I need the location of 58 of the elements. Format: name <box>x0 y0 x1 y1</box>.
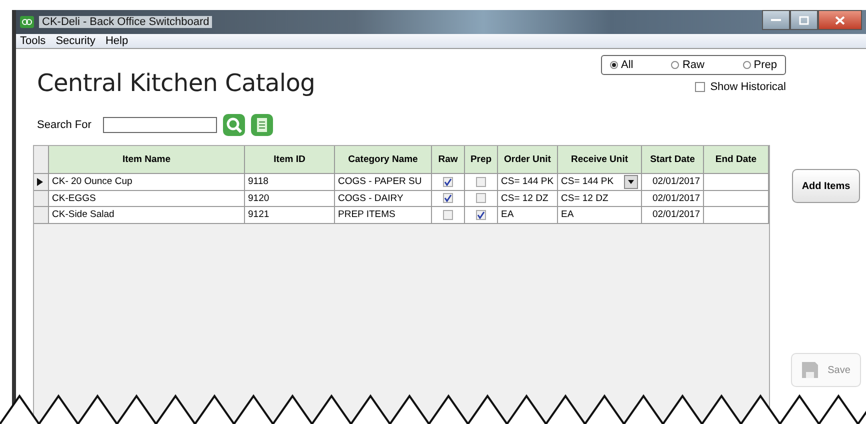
column-header[interactable]: End Date <box>704 146 769 174</box>
table-cell: CK-EGGS <box>49 190 245 207</box>
maximize-button[interactable] <box>790 10 818 30</box>
table-cell: EA <box>558 207 642 224</box>
table-cell: 9118 <box>245 174 335 190</box>
column-header[interactable]: Raw <box>432 146 465 174</box>
menu-item[interactable]: Help <box>105 35 128 47</box>
maximize-icon <box>799 16 809 24</box>
table-cell: CS= 12 DZ <box>558 190 642 207</box>
table-cell: CK-Side Salad <box>49 207 245 224</box>
page-title: Central Kitchen Catalog <box>37 69 316 99</box>
column-header[interactable]: Item Name <box>49 146 245 174</box>
radio-option[interactable]: All <box>610 59 634 71</box>
close-icon <box>835 16 845 24</box>
table-cell: CS= 12 DZ <box>498 190 558 207</box>
window-title: CK-Deli - Back Office Switchboard <box>39 16 212 28</box>
checkbox[interactable] <box>443 210 453 220</box>
table-cell: 02/01/2017 <box>642 190 704 207</box>
column-header[interactable]: Start Date <box>642 146 704 174</box>
checkbox[interactable] <box>476 193 486 204</box>
row-header-cell[interactable] <box>34 174 49 190</box>
minimize-icon <box>771 18 781 22</box>
minimize-button[interactable] <box>762 10 790 30</box>
table-cell: 9121 <box>245 207 335 224</box>
menu-item[interactable]: Tools <box>20 35 46 47</box>
column-header[interactable]: Item ID <box>245 146 335 174</box>
add-items-button[interactable]: Add Items <box>792 169 860 203</box>
menu-item[interactable]: Security <box>56 35 96 47</box>
row-header-cell[interactable] <box>34 207 49 224</box>
table-cell: COGS - PAPER SU <box>335 174 432 190</box>
table-cell: CK- 20 Ounce Cup <box>49 174 245 190</box>
search-label: Search For <box>37 119 92 131</box>
table-cell: 02/01/2017 <box>642 174 704 190</box>
dropdown-cell[interactable]: CS= 144 PK <box>558 174 642 190</box>
app-icon <box>20 16 34 28</box>
search-icon[interactable] <box>223 114 246 136</box>
table-cell: 9120 <box>245 190 335 207</box>
list-icon[interactable] <box>251 114 274 136</box>
close-button[interactable] <box>818 10 862 30</box>
show-historical-checkbox[interactable]: Show Historical <box>695 81 786 93</box>
radio-option[interactable]: Prep <box>742 59 777 71</box>
table-cell: PREP ITEMS <box>335 207 432 224</box>
table-cell: 02/01/2017 <box>642 207 704 224</box>
column-header[interactable]: Receive Unit <box>558 146 642 174</box>
checkbox[interactable] <box>476 210 486 220</box>
table-cell: COGS - DAIRY <box>335 190 432 207</box>
radio-option[interactable]: Raw <box>671 59 704 71</box>
row-header-cell[interactable] <box>34 190 49 207</box>
checkbox[interactable] <box>443 193 453 204</box>
search-field[interactable] <box>103 117 218 133</box>
column-header[interactable]: Category Name <box>335 146 432 174</box>
checkbox[interactable] <box>443 176 453 187</box>
table-cell: EA <box>498 207 558 224</box>
row-indicator-icon <box>37 178 43 186</box>
checkbox[interactable] <box>476 176 486 187</box>
column-header[interactable]: Prep <box>465 146 498 174</box>
table-cell: CS= 144 PK <box>498 174 558 190</box>
column-header[interactable]: Order Unit <box>498 146 558 174</box>
